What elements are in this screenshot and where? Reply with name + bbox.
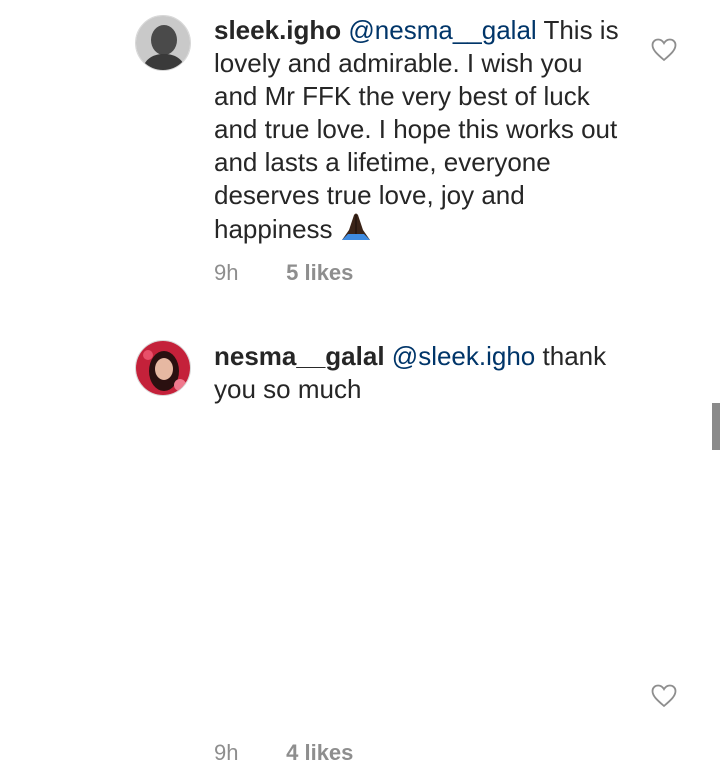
comment-text: nesma__galal @sleek.igho thank you so mu…: [214, 340, 624, 406]
comment-meta: 9h 5 likes: [214, 260, 353, 286]
comment-username[interactable]: sleek.igho: [214, 15, 341, 45]
avatar[interactable]: [135, 340, 191, 396]
comment-text: sleek.igho @nesma__galal This is lovely …: [214, 14, 624, 250]
comment-body: This is lovely and admirable. I wish you…: [214, 15, 619, 244]
avatar-image: [136, 16, 190, 70]
comment-username[interactable]: nesma__galal: [214, 341, 385, 371]
praying-hands-icon: [339, 212, 373, 250]
like-heart-icon[interactable]: [651, 684, 677, 708]
scrollbar[interactable]: [712, 403, 720, 450]
comment-time: 9h: [214, 740, 239, 765]
avatar-image: [136, 341, 190, 395]
comment-likes[interactable]: 4 likes: [286, 740, 353, 765]
comment-time: 9h: [214, 260, 239, 285]
avatar[interactable]: [135, 15, 191, 71]
comment-likes[interactable]: 5 likes: [286, 260, 353, 285]
comment-meta: 9h 4 likes: [214, 740, 353, 766]
like-heart-icon[interactable]: [651, 38, 677, 62]
comment-mention[interactable]: @nesma__galal: [348, 15, 536, 45]
comment-mention[interactable]: @sleek.igho: [392, 341, 535, 371]
